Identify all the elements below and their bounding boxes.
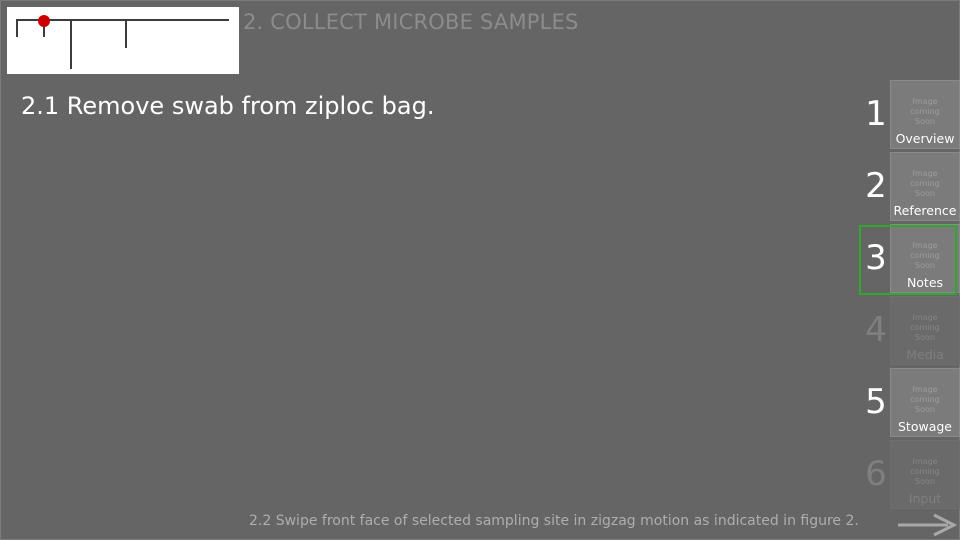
tab-number: 5	[865, 382, 887, 422]
progress-map-tick	[125, 19, 127, 48]
tab-label: Input	[908, 491, 942, 506]
procedure-progress-map[interactable]	[7, 7, 239, 74]
tab-thumbnail[interactable]: Image coming Soon Input	[890, 440, 960, 509]
tab-thumbnail[interactable]: Image coming Soon Media	[890, 296, 960, 365]
tab-label: Stowage	[898, 419, 952, 434]
tab-label: Media	[906, 347, 944, 362]
tab-thumbnail[interactable]: Image coming Soon Overview	[890, 80, 960, 149]
screen-frame	[0, 0, 960, 540]
thumbnail-placeholder-text: Image coming Soon	[910, 457, 940, 486]
thumbnail-placeholder-text: Image coming Soon	[910, 313, 940, 342]
tab-media[interactable]: 4 Image coming Soon Media	[860, 296, 960, 367]
tab-notes[interactable]: 3 Image coming Soon Notes	[859, 224, 960, 295]
progress-map-tick	[70, 19, 72, 69]
tab-number: 6	[865, 454, 887, 494]
tab-input[interactable]: 6 Image coming Soon Input	[860, 440, 960, 511]
thumbnail-placeholder-text: Image coming Soon	[910, 169, 940, 198]
tab-stowage[interactable]: 5 Image coming Soon Stowage	[860, 368, 960, 439]
tab-reference[interactable]: 2 Image coming Soon Reference	[860, 152, 960, 223]
current-position-marker	[38, 15, 50, 27]
progress-map-tick	[16, 19, 18, 37]
tab-thumbnail[interactable]: Image coming Soon Reference	[890, 152, 960, 221]
selected-tab-highlight	[859, 225, 957, 295]
tab-number: 2	[865, 166, 887, 206]
thumbnail-placeholder-text: Image coming Soon	[910, 97, 940, 126]
tab-label: Reference	[893, 203, 957, 218]
tab-number: 1	[865, 94, 887, 134]
tab-thumbnail[interactable]: Image coming Soon Stowage	[890, 368, 960, 437]
next-step-preview: 2.2 Swipe front face of selected samplin…	[249, 513, 859, 529]
tab-label: Overview	[895, 131, 955, 146]
tab-number: 4	[865, 310, 887, 350]
tab-overview[interactable]: 1 Image coming Soon Overview	[860, 80, 960, 151]
current-step-text: 2.1 Remove swab from ziploc bag.	[21, 92, 435, 120]
arrow-right-icon[interactable]	[896, 513, 958, 537]
thumbnail-placeholder-text: Image coming Soon	[910, 385, 940, 414]
section-title: 2. COLLECT MICROBE SAMPLES	[243, 10, 579, 34]
